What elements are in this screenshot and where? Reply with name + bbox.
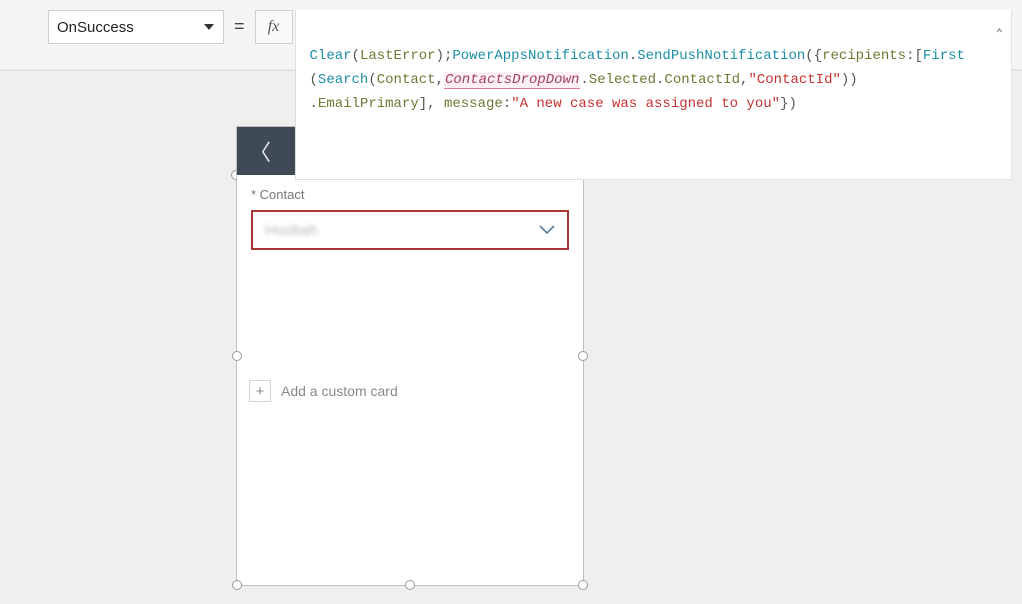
add-custom-card-label: Add a custom card xyxy=(281,383,398,399)
property-select[interactable]: OnSuccess xyxy=(48,10,224,44)
equals-label: = xyxy=(234,16,245,37)
contacts-dropdown[interactable]: Hoobah xyxy=(251,210,569,250)
token-message-str: "A new case was assigned to you" xyxy=(511,96,780,112)
token-message: message xyxy=(444,96,503,112)
token-emailprimary: EmailPrimary xyxy=(318,96,419,112)
token-contactid-str: "ContactId" xyxy=(748,72,840,88)
plus-icon[interactable]: + xyxy=(249,380,271,402)
form-control[interactable]: 〈 * Contact Hoobah + Add a custom card xyxy=(236,126,584,586)
contact-field-label: * Contact xyxy=(251,187,583,202)
add-custom-card-row[interactable]: + Add a custom card xyxy=(249,380,583,402)
chevron-down-icon xyxy=(539,222,555,238)
selection-handle[interactable] xyxy=(232,580,242,590)
token-contactsdropdown: ContactsDropDown xyxy=(444,72,580,89)
selection-handle[interactable] xyxy=(232,351,242,361)
token-first: First xyxy=(923,48,965,64)
token-recipients: recipients xyxy=(822,48,906,64)
token-powerapps: PowerAppsNotification xyxy=(452,48,628,64)
token-search: Search xyxy=(318,72,368,88)
fx-button[interactable]: fx xyxy=(255,10,293,44)
dropdown-selected-value: Hoobah xyxy=(265,222,318,239)
formula-collapse-icon[interactable]: ⌃ xyxy=(996,22,1003,46)
token-clear: Clear xyxy=(310,48,352,64)
token-selected: Selected xyxy=(589,72,656,88)
selection-handle[interactable] xyxy=(578,580,588,590)
token-sendpush: SendPushNotification xyxy=(637,48,805,64)
selection-handle[interactable] xyxy=(405,580,415,590)
back-icon[interactable]: 〈 xyxy=(249,135,271,167)
token-lasterror: LastError xyxy=(360,48,436,64)
token-contactid: ContactId xyxy=(664,72,740,88)
selection-handle[interactable] xyxy=(578,351,588,361)
formula-editor[interactable]: Clear(LastError);PowerAppsNotification.S… xyxy=(295,10,1012,180)
token-contact: Contact xyxy=(377,72,436,88)
